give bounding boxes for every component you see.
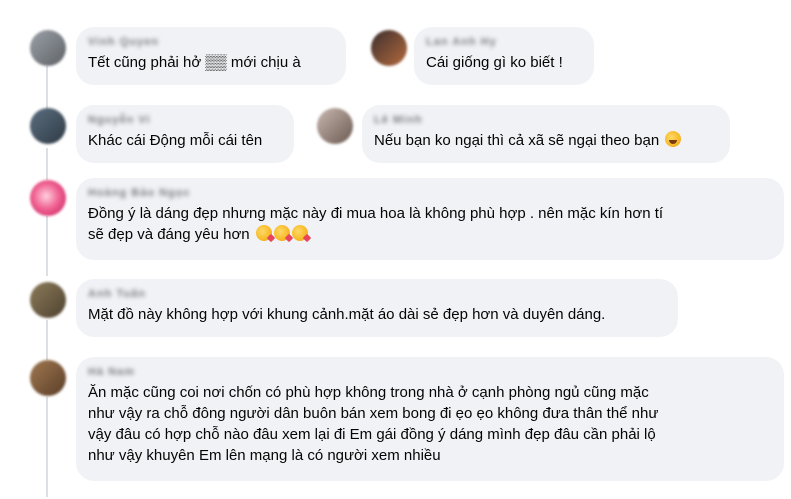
avatar[interactable]	[30, 30, 66, 66]
smiling-hearts-emoji-icon	[255, 225, 272, 241]
comment-bubble: Anh Tuấn Mặt đồ này không hợp với khung …	[76, 279, 678, 337]
comment-bubble: Hà Nam Ăn mặc cũng coi nơi chốn có phù h…	[76, 357, 784, 481]
comment-author[interactable]: Hà Nam	[88, 365, 772, 380]
comment-bubble: Hoàng Bảo Ngọc Đồng ý là dáng đẹp nhưng …	[76, 178, 784, 260]
comment-text: Khác cái Động mỗi cái tên	[88, 132, 263, 149]
laughing-emoji-icon	[665, 131, 682, 147]
comment-author[interactable]: Lan Anh Hy	[426, 35, 582, 50]
comment-text: Cái giống gì ko biết !	[426, 54, 563, 71]
avatar[interactable]	[30, 282, 66, 318]
comment-author[interactable]: Hoàng Bảo Ngọc	[88, 186, 772, 201]
thread-connector	[46, 66, 48, 111]
comment-text: Đồng ý là dáng đẹp nhưng mặc này đi mua …	[88, 203, 772, 245]
comment-text: Nếu bạn ko ngại thì cả xã sẽ ngại theo b…	[374, 130, 718, 151]
thread-connector	[46, 216, 48, 276]
avatar[interactable]	[30, 108, 66, 144]
comment-bubble: Nguyễn Vi Khác cái Động mỗi cái tên	[76, 105, 294, 163]
avatar[interactable]	[30, 360, 66, 396]
comment-author[interactable]: Anh Tuấn	[88, 287, 666, 302]
smiling-hearts-emoji-icon	[291, 225, 308, 241]
avatar[interactable]	[371, 30, 407, 66]
comment-author[interactable]: Vinh Quyen	[88, 35, 334, 50]
thread-connector	[46, 148, 48, 180]
thread-connector	[46, 320, 48, 360]
comment-bubble: Vinh Quyen Tết cũng phải hở ▒▒ mới chịu …	[76, 27, 346, 85]
avatar[interactable]	[317, 108, 353, 144]
comment-bubble: Lê Minh Nếu bạn ko ngại thì cả xã sẽ ngạ…	[362, 105, 730, 163]
comment-text: Ăn mặc cũng coi nơi chốn có phù hợp khôn…	[88, 384, 659, 464]
comment-text-content: Nếu bạn ko ngại thì cả xã sẽ ngại theo b…	[374, 132, 660, 149]
comment-author[interactable]: Lê Minh	[374, 113, 718, 128]
comment-thread: Vinh Quyen Tết cũng phải hở ▒▒ mới chịu …	[0, 0, 791, 499]
comment-text-content: Đồng ý là dáng đẹp nhưng mặc này đi mua …	[88, 205, 664, 243]
comment-text: Mặt đồ này không hợp với khung cảnh.mặt …	[88, 306, 606, 323]
smiling-hearts-emoji-icon	[273, 225, 290, 241]
comment-bubble: Lan Anh Hy Cái giống gì ko biết !	[414, 27, 594, 85]
avatar[interactable]	[30, 180, 66, 216]
comment-text: Tết cũng phải hở ▒▒ mới chịu à	[88, 54, 301, 71]
thread-connector	[46, 397, 48, 497]
comment-author[interactable]: Nguyễn Vi	[88, 113, 282, 128]
